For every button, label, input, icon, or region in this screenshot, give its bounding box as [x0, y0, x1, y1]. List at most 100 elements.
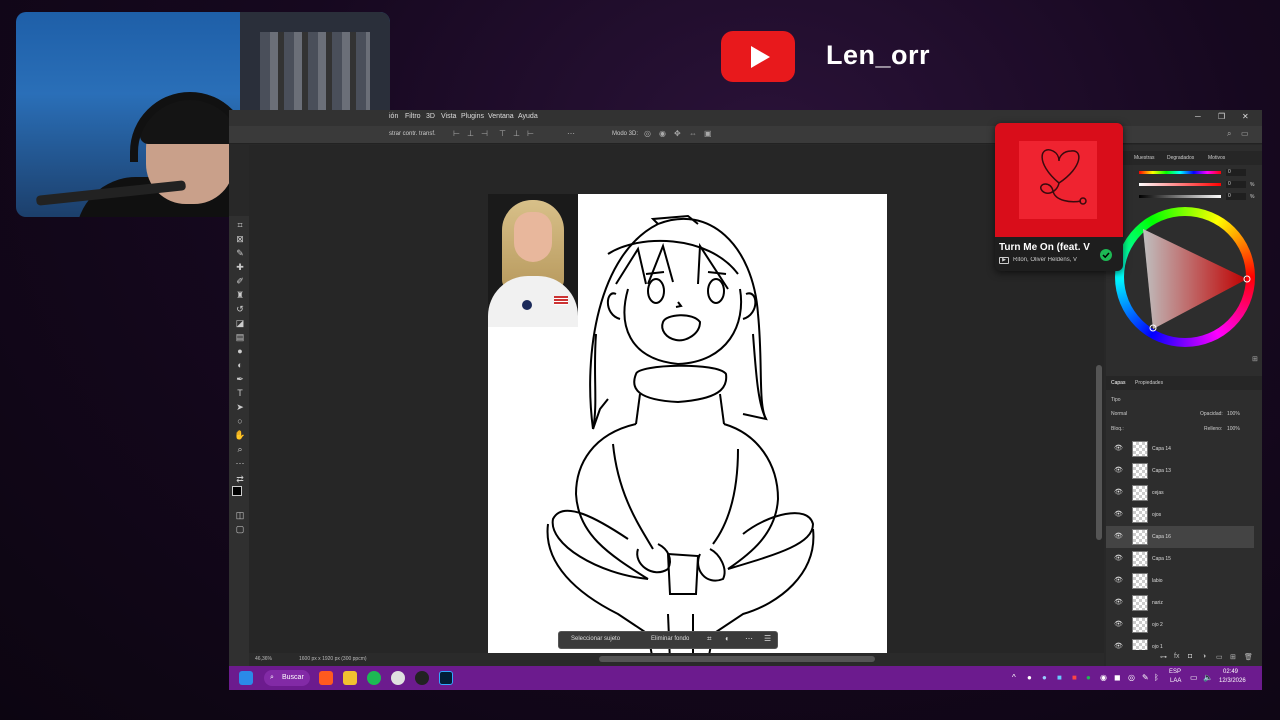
visibility-eye-icon[interactable]: 👁: [1114, 532, 1123, 540]
tray-app-icon[interactable]: ◉: [1100, 673, 1107, 682]
tray-app-icon[interactable]: ■: [1057, 673, 1062, 682]
foreground-color-swatch[interactable]: [232, 486, 242, 496]
menu-item-vista[interactable]: Vista: [441, 113, 456, 120]
windows-start-icon[interactable]: [239, 671, 253, 685]
tab-muestras[interactable]: Muestras: [1134, 155, 1155, 161]
tray-app-icon[interactable]: ◎: [1128, 673, 1135, 682]
history-brush-tool-icon[interactable]: ↺: [234, 304, 246, 315]
layer-row[interactable]: 👁 ojo 2: [1106, 614, 1254, 636]
zoom-tool-icon[interactable]: ⌕: [234, 444, 246, 455]
trash-icon[interactable]: 🗑: [1244, 653, 1253, 661]
menu-item-ventana[interactable]: Ventana: [488, 113, 514, 120]
keyboard-language[interactable]: ESP: [1169, 669, 1181, 675]
settings-icon[interactable]: ☰: [764, 634, 771, 643]
orbit-3d-icon[interactable]: ◎: [644, 129, 651, 138]
visibility-eye-icon[interactable]: 👁: [1114, 620, 1123, 628]
visibility-eye-icon[interactable]: 👁: [1114, 510, 1123, 518]
taskbar-search-button[interactable]: ⌕ Buscar: [264, 670, 310, 686]
layer-row[interactable]: 👁 cejas: [1106, 482, 1254, 504]
layer-row[interactable]: 👁 Capa 16: [1106, 526, 1254, 548]
clock-date[interactable]: 12/3/2026: [1219, 678, 1246, 684]
menu-item-3d[interactable]: 3D: [426, 113, 435, 120]
brightness-slider[interactable]: [1139, 195, 1221, 198]
tray-spotify-icon[interactable]: ●: [1086, 673, 1091, 682]
eyedropper-tool-icon[interactable]: ✎: [234, 248, 246, 259]
more-options-icon[interactable]: ⋯: [745, 634, 753, 643]
visibility-eye-icon[interactable]: 👁: [1114, 598, 1123, 606]
group-icon[interactable]: ▭: [1216, 653, 1223, 661]
slide-3d-icon[interactable]: ⇔: [689, 129, 697, 138]
brush-tool-icon[interactable]: ✐: [234, 276, 246, 287]
add-icon[interactable]: ⊞: [1252, 355, 1258, 363]
search-icon[interactable]: ⌕: [1227, 129, 1231, 139]
visibility-eye-icon[interactable]: 👁: [1114, 554, 1123, 562]
blend-mode-select[interactable]: Normal: [1111, 411, 1127, 417]
horizontal-scrollbar[interactable]: [599, 656, 875, 662]
saturation-slider[interactable]: [1139, 183, 1221, 186]
adjustment-layer-icon[interactable]: ◑: [1202, 653, 1206, 660]
file-explorer-icon[interactable]: [343, 671, 357, 685]
crop-icon[interactable]: ⌗: [707, 634, 712, 644]
tab-propiedades[interactable]: Propiedades: [1135, 380, 1163, 386]
layer-row[interactable]: 👁 Capa 14: [1106, 438, 1254, 460]
opacity-value[interactable]: 100%: [1227, 411, 1240, 417]
frame-tool-icon[interactable]: ⊠: [234, 234, 246, 245]
visibility-eye-icon[interactable]: 👁: [1114, 576, 1123, 584]
canvas-area[interactable]: [249, 145, 1104, 661]
new-layer-icon[interactable]: ⊞: [1230, 653, 1236, 661]
volume-icon[interactable]: 🔈: [1203, 673, 1213, 682]
screen-mode-icon[interactable]: ▢: [234, 524, 246, 535]
menu-item-seleccion[interactable]: ión: [389, 113, 398, 120]
roll-3d-icon[interactable]: ◉: [659, 129, 666, 138]
close-icon[interactable]: ✕: [1242, 112, 1249, 121]
saved-check-icon[interactable]: [1100, 249, 1112, 261]
hand-tool-icon[interactable]: ✋: [234, 430, 246, 441]
healing-brush-tool-icon[interactable]: ✚: [234, 262, 246, 273]
keyboard-region[interactable]: LAA: [1170, 678, 1181, 684]
align-top-icon[interactable]: ⊤: [499, 129, 506, 138]
layer-filter-kind[interactable]: Tipo: [1111, 397, 1121, 403]
pan-3d-icon[interactable]: ✥: [674, 129, 681, 138]
align-bottom-icon[interactable]: ⊢: [527, 129, 534, 138]
hue-value[interactable]: 0: [1226, 169, 1246, 176]
vertical-scrollbar[interactable]: [1096, 365, 1102, 540]
layer-mask-icon[interactable]: ◘: [1188, 653, 1192, 660]
align-middle-icon[interactable]: ⊥: [513, 129, 520, 138]
color-triangle[interactable]: [1115, 207, 1255, 347]
align-right-icon[interactable]: ⊣: [481, 129, 488, 138]
dodge-tool-icon[interactable]: ◐: [234, 360, 246, 370]
adjust-icon[interactable]: ◐: [725, 634, 730, 643]
shape-tool-icon[interactable]: ○: [234, 416, 246, 426]
minimize-icon[interactable]: ─: [1195, 112, 1201, 121]
pen-icon[interactable]: ✎: [1142, 673, 1149, 682]
more-tools-icon[interactable]: ⋯: [234, 458, 246, 469]
eraser-tool-icon[interactable]: ◪: [234, 318, 246, 329]
swap-colors-icon[interactable]: ⇄: [234, 474, 246, 485]
crop-tool-icon[interactable]: ⌗: [234, 220, 246, 231]
hue-slider[interactable]: [1139, 171, 1221, 174]
remove-background-button[interactable]: Eliminar fondo: [651, 636, 689, 642]
scale-3d-icon[interactable]: ▣: [704, 129, 712, 138]
distribute-icon[interactable]: ⋯: [567, 129, 575, 138]
brave-browser-icon[interactable]: [319, 671, 333, 685]
layer-row[interactable]: 👁 Capa 15: [1106, 548, 1254, 570]
brightness-value[interactable]: 0: [1226, 193, 1246, 200]
obs-icon[interactable]: [415, 671, 429, 685]
monitor-icon[interactable]: ▭: [1190, 673, 1198, 682]
show-transform-controls-checkbox[interactable]: strar contr. transf.: [389, 131, 436, 137]
type-tool-icon[interactable]: T: [234, 388, 246, 398]
layer-row[interactable]: 👁 Capa 13: [1106, 460, 1254, 482]
spotify-icon[interactable]: [367, 671, 381, 685]
fx-icon[interactable]: fx: [1174, 653, 1179, 660]
fill-value[interactable]: 100%: [1227, 426, 1240, 432]
photoshop-icon[interactable]: [439, 671, 453, 685]
blur-tool-icon[interactable]: ●: [234, 346, 246, 356]
document-info[interactable]: 1600 px x 1920 px (300 ppcm): [299, 656, 367, 662]
menu-item-filtro[interactable]: Filtro: [405, 113, 421, 120]
menu-item-plugins[interactable]: Plugins: [461, 113, 484, 120]
chevron-up-icon[interactable]: ^: [1012, 673, 1016, 682]
visibility-eye-icon[interactable]: 👁: [1114, 642, 1123, 650]
workspace-icon[interactable]: ▭: [1241, 129, 1249, 138]
tray-app-icon[interactable]: ■: [1072, 673, 1077, 682]
app-icon[interactable]: [391, 671, 405, 685]
